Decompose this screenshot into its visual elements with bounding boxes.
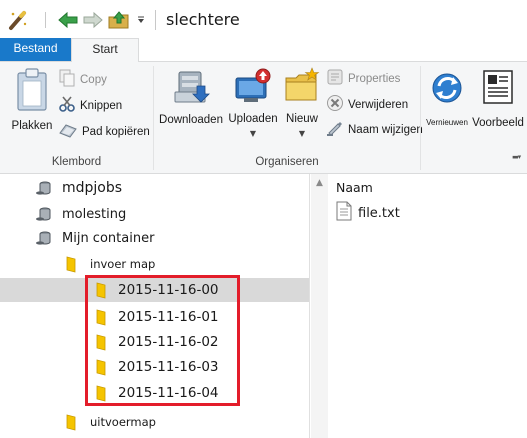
tree-item-label: mdpjobs xyxy=(62,180,123,196)
tree-item-mdpjobs[interactable]: mdpjobs xyxy=(0,176,309,200)
new-button[interactable]: Nieuw ▼ xyxy=(282,66,322,138)
file-list-pane: Naam file.txt xyxy=(328,174,527,438)
tree-item-uitvoermap[interactable]: uitvoermap xyxy=(0,410,309,434)
folder-icon xyxy=(62,413,80,431)
ribbon-separator xyxy=(153,66,154,170)
organize-group-label: Organiseren xyxy=(255,156,319,168)
delete-label: Verwijderen xyxy=(348,99,409,111)
refresh-label: Vernieuwen xyxy=(426,118,468,127)
cut-label: Knippen xyxy=(80,100,123,112)
scissors-icon xyxy=(58,95,76,117)
paste-button[interactable]: Plakken xyxy=(8,68,56,133)
rename-icon xyxy=(326,119,344,141)
delete-button[interactable]: Verwijderen xyxy=(326,95,408,115)
properties-button[interactable]: Properties xyxy=(326,69,400,89)
tree-item-label: 2015-11-16-01 xyxy=(118,309,219,325)
separator-line xyxy=(40,8,50,32)
back-arrow-icon[interactable] xyxy=(56,8,80,32)
download-label: Downloaden xyxy=(159,114,223,126)
folder-icon xyxy=(92,358,110,376)
title-separator xyxy=(155,10,156,30)
tab-file[interactable]: Bestand xyxy=(0,38,71,61)
clipboard-icon xyxy=(14,68,50,116)
storage-account-icon xyxy=(34,205,52,223)
tree-item-label: molesting xyxy=(62,206,127,222)
file-row[interactable]: file.txt xyxy=(336,201,400,225)
delete-icon xyxy=(326,94,344,116)
copy-path-label: Pad kopiëren xyxy=(82,126,150,138)
properties-icon xyxy=(326,68,344,90)
forward-arrow-icon[interactable] xyxy=(81,8,105,32)
tab-start[interactable]: Start xyxy=(71,38,139,62)
tree-item-2015-11-16-00[interactable]: 2015-11-16-00 xyxy=(0,278,309,302)
upload-icon xyxy=(232,66,274,112)
tree-item-label: uitvoermap xyxy=(90,415,156,429)
tree-item-label: 2015-11-16-00 xyxy=(118,282,219,298)
upload-button[interactable]: Uploaden ▼ xyxy=(224,66,282,138)
properties-wand-icon[interactable] xyxy=(6,8,30,32)
folder-icon xyxy=(92,384,110,402)
rename-label: Naam wijzigen xyxy=(348,124,423,136)
copy-icon xyxy=(58,69,76,91)
tree-item-label: Mijn container xyxy=(62,230,155,246)
cut-button[interactable]: Knippen xyxy=(58,96,122,116)
storage-account-icon xyxy=(34,179,52,197)
column-header-name[interactable]: Naam xyxy=(336,180,373,195)
container-icon xyxy=(34,229,52,247)
tree-item-label: invoer map xyxy=(90,257,156,271)
ribbon-separator xyxy=(420,66,421,170)
refresh-button[interactable]: Vernieuwen xyxy=(424,68,470,130)
tree-item-2015-11-16-04[interactable]: 2015-11-16-04 xyxy=(0,381,309,405)
tree-item-label: 2015-11-16-02 xyxy=(118,334,219,350)
tree-item-mijn-container[interactable]: Mijn container xyxy=(0,226,309,250)
folder-icon xyxy=(92,333,110,351)
tree-item-label: 2015-11-16-04 xyxy=(118,385,219,401)
title-bar: slechtere xyxy=(0,0,527,38)
tree-item-2015-11-16-02[interactable]: 2015-11-16-02 xyxy=(0,330,309,354)
preview-label: Voorbeeld xyxy=(472,117,524,129)
download-icon xyxy=(171,68,211,112)
copy-path-button[interactable]: Pad kopiëren xyxy=(58,122,150,142)
tree-item-2015-11-16-01[interactable]: 2015-11-16-01 xyxy=(0,305,309,329)
folder-icon xyxy=(92,308,110,326)
properties-label: Properties xyxy=(348,73,401,85)
paste-label: Plakken xyxy=(11,120,53,132)
vertical-scrollbar[interactable]: ▲ xyxy=(311,174,328,438)
download-button[interactable]: Downloaden xyxy=(159,68,223,127)
preview-button[interactable]: Voorbeeld xyxy=(472,68,524,130)
up-folder-icon[interactable] xyxy=(106,8,132,32)
window-title: slechtere xyxy=(166,10,240,29)
preview-icon xyxy=(481,68,515,112)
new-label: Nieuw xyxy=(286,113,318,125)
copy-label: Copy xyxy=(80,74,107,86)
ribbon-panel: Plakken Copy Knippen Pad kopiëren Klembo… xyxy=(0,61,527,174)
text-file-icon xyxy=(336,201,352,225)
scroll-up-icon[interactable]: ▲ xyxy=(311,176,328,190)
customize-dropdown-icon[interactable] xyxy=(134,8,148,32)
navigation-pane: mdpjobs molesting Mijn container invoer … xyxy=(0,174,309,438)
tree-item-2015-11-16-03[interactable]: 2015-11-16-03 xyxy=(0,355,309,379)
folder-icon xyxy=(62,255,80,273)
chevron-down-icon: ▼ xyxy=(298,129,306,138)
upload-label: Uploaden xyxy=(228,113,278,125)
copy-button[interactable]: Copy xyxy=(58,69,107,91)
tree-item-label: 2015-11-16-03 xyxy=(118,359,219,375)
tree-item-invoer-map[interactable]: invoer map xyxy=(0,252,309,276)
rename-button[interactable]: Naam wijzigen xyxy=(326,120,423,140)
new-folder-icon xyxy=(282,66,322,112)
file-name: file.txt xyxy=(358,205,400,221)
folder-icon xyxy=(92,281,110,299)
tree-item-molesting[interactable]: molesting xyxy=(0,202,309,226)
pane-divider[interactable] xyxy=(309,174,310,438)
ribbon-overflow-icon[interactable]: ▬▾ xyxy=(512,154,525,161)
ribbon-tabs: Bestand Start xyxy=(0,38,527,62)
clipboard-group-label: Klembord xyxy=(51,156,102,168)
chevron-down-icon: ▼ xyxy=(249,129,257,138)
refresh-icon xyxy=(429,68,465,112)
copy-path-icon xyxy=(58,121,78,143)
content-area: mdpjobs molesting Mijn container invoer … xyxy=(0,174,527,438)
